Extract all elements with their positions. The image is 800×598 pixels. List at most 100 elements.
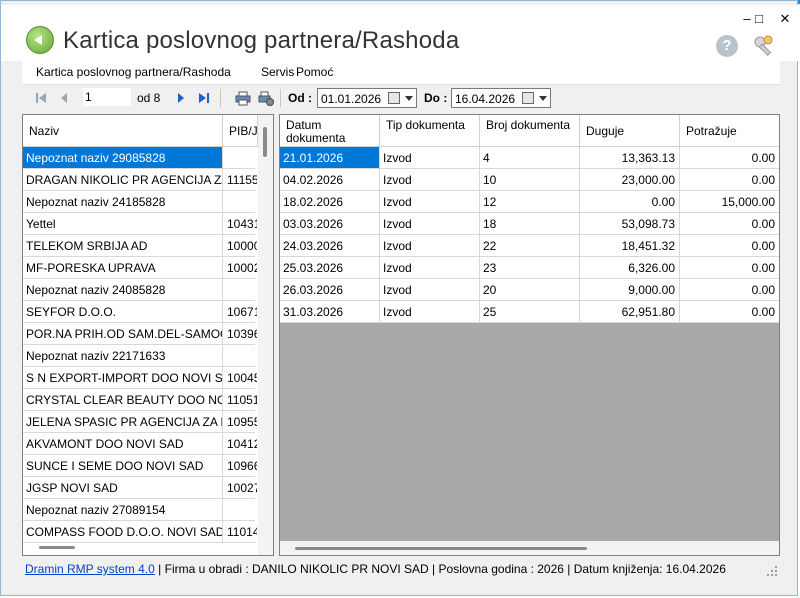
partner-name-cell[interactable]: AKVAMONT DOO NOVI SAD: [23, 433, 223, 454]
document-date-cell[interactable]: 25.03.2026: [280, 257, 380, 278]
first-record-icon[interactable]: [33, 90, 49, 106]
document-type-cell[interactable]: Izvod: [380, 257, 480, 278]
column-header-datum[interactable]: Datum dokumenta: [280, 115, 380, 147]
partner-row[interactable]: Nepoznat naziv 22171633: [23, 345, 255, 367]
horizontal-scrollbar[interactable]: [39, 546, 75, 549]
document-date-cell[interactable]: 21.01.2026: [280, 147, 380, 168]
document-row[interactable]: 31.03.2026 Izvod 25 62,951.80 0.00: [280, 301, 779, 323]
partner-row[interactable]: SUNCE I SEME DOO NOVI SAD10966: [23, 455, 257, 477]
partner-pib-cell[interactable]: 10412: [223, 433, 257, 454]
last-record-icon[interactable]: [196, 90, 212, 106]
partner-name-cell[interactable]: JGSP NOVI SAD: [23, 477, 223, 498]
document-type-cell[interactable]: Izvod: [380, 169, 480, 190]
partner-pib-cell[interactable]: 11014: [223, 521, 257, 542]
partner-name-cell[interactable]: Yettel: [23, 213, 223, 234]
partner-row[interactable]: SEYFOR D.O.O.10671: [23, 301, 257, 323]
partner-row[interactable]: Nepoznat naziv 29085828: [23, 147, 255, 169]
partner-pib-cell[interactable]: [223, 147, 257, 168]
document-debit-cell[interactable]: 6,326.00: [580, 257, 680, 278]
document-debit-cell[interactable]: 9,000.00: [580, 279, 680, 300]
partner-pib-cell[interactable]: [223, 345, 257, 366]
scrollbar-thumb[interactable]: [263, 127, 267, 157]
document-number-cell[interactable]: 18: [480, 213, 580, 234]
partner-row[interactable]: AKVAMONT DOO NOVI SAD10412: [23, 433, 257, 455]
document-row[interactable]: 24.03.2026 Izvod 22 18,451.32 0.00: [280, 235, 779, 257]
partner-pib-cell[interactable]: 10045: [223, 367, 257, 388]
document-type-cell[interactable]: Izvod: [380, 147, 480, 168]
document-type-cell[interactable]: Izvod: [380, 279, 480, 300]
document-number-cell[interactable]: 4: [480, 147, 580, 168]
column-header-potrazuje[interactable]: Potražuje: [680, 115, 779, 147]
document-date-cell[interactable]: 18.02.2026: [280, 191, 380, 212]
document-date-cell[interactable]: 24.03.2026: [280, 235, 380, 256]
document-row[interactable]: 03.03.2026 Izvod 18 53,098.73 0.00: [280, 213, 779, 235]
document-credit-cell[interactable]: 0.00: [680, 257, 779, 278]
document-number-cell[interactable]: 10: [480, 169, 580, 190]
partner-pib-cell[interactable]: 11051: [223, 389, 257, 410]
partner-name-cell[interactable]: Nepoznat naziv 29085828: [23, 147, 223, 168]
partner-name-cell[interactable]: SEYFOR D.O.O.: [23, 301, 223, 322]
partner-pib-cell[interactable]: 10955: [223, 411, 257, 432]
print-setup-icon[interactable]: [258, 90, 274, 106]
partner-name-cell[interactable]: MF-PORESKA UPRAVA: [23, 257, 223, 278]
document-date-cell[interactable]: 04.02.2026: [280, 169, 380, 190]
print-icon[interactable]: [235, 90, 251, 106]
document-number-cell[interactable]: 20: [480, 279, 580, 300]
column-header-pib[interactable]: PIB/J: [223, 115, 258, 147]
to-date-picker[interactable]: 16.04.2026: [451, 88, 551, 108]
partner-pib-cell[interactable]: [223, 279, 257, 300]
partner-row[interactable]: MF-PORESKA UPRAVA10002: [23, 257, 257, 279]
menu-item-servis[interactable]: Servis: [261, 65, 294, 79]
partner-row[interactable]: Nepoznat naziv 24085828: [23, 279, 255, 301]
partner-name-cell[interactable]: TELEKOM SRBIJA AD: [23, 235, 223, 256]
partner-pib-cell[interactable]: 10396: [223, 323, 257, 344]
document-debit-cell[interactable]: 53,098.73: [580, 213, 680, 234]
scrollbar-thumb[interactable]: [295, 547, 587, 550]
record-position-input[interactable]: [83, 88, 131, 106]
document-number-cell[interactable]: 22: [480, 235, 580, 256]
back-button[interactable]: [26, 26, 54, 54]
document-date-cell[interactable]: 31.03.2026: [280, 301, 380, 322]
partner-name-cell[interactable]: SUNCE I SEME DOO NOVI SAD: [23, 455, 223, 476]
column-header-duguje[interactable]: Duguje: [580, 115, 680, 147]
document-credit-cell[interactable]: 0.00: [680, 279, 779, 300]
partner-row[interactable]: TELEKOM SRBIJA AD10000: [23, 235, 257, 257]
document-number-cell[interactable]: 12: [480, 191, 580, 212]
partner-pib-cell[interactable]: 10671: [223, 301, 257, 322]
document-debit-cell[interactable]: 18,451.32: [580, 235, 680, 256]
partner-pib-cell[interactable]: 10431: [223, 213, 257, 234]
menu-item-pomoc[interactable]: Pomoć: [296, 65, 333, 79]
partner-row[interactable]: Nepoznat naziv 27089154: [23, 499, 255, 521]
document-debit-cell[interactable]: 62,951.80: [580, 301, 680, 322]
partner-pib-cell[interactable]: 10002: [223, 257, 257, 278]
partner-name-cell[interactable]: POR.NA PRIH.OD SAM.DEL-SAMOO...: [23, 323, 223, 344]
document-type-cell[interactable]: Izvod: [380, 213, 480, 234]
document-number-cell[interactable]: 23: [480, 257, 580, 278]
column-header-broj[interactable]: Broj dokumenta: [480, 115, 580, 147]
partner-pib-cell[interactable]: 10000: [223, 235, 257, 256]
partner-row[interactable]: POR.NA PRIH.OD SAM.DEL-SAMOO...10396: [23, 323, 257, 345]
maximize-button[interactable]: □: [749, 11, 769, 26]
close-button[interactable]: ✕: [775, 11, 795, 27]
partner-name-cell[interactable]: COMPASS FOOD D.O.O. NOVI SAD: [23, 521, 223, 542]
partner-row[interactable]: S N EXPORT-IMPORT DOO NOVI S...10045: [23, 367, 257, 389]
partner-pib-cell[interactable]: [223, 191, 257, 212]
document-credit-cell[interactable]: 0.00: [680, 213, 779, 234]
document-number-cell[interactable]: 25: [480, 301, 580, 322]
partner-pib-cell[interactable]: 10027: [223, 477, 257, 498]
partner-name-cell[interactable]: JELENA SPASIC PR AGENCIJA ZA K...: [23, 411, 223, 432]
partner-name-cell[interactable]: Nepoznat naziv 24185828: [23, 191, 223, 212]
partner-row[interactable]: Yettel10431: [23, 213, 257, 235]
partner-name-cell[interactable]: Nepoznat naziv 24085828: [23, 279, 223, 300]
document-debit-cell[interactable]: 0.00: [580, 191, 680, 212]
document-credit-cell[interactable]: 0.00: [680, 301, 779, 322]
document-credit-cell[interactable]: 0.00: [680, 235, 779, 256]
horizontal-scrollbar[interactable]: [280, 541, 779, 555]
partner-row[interactable]: JGSP NOVI SAD10027: [23, 477, 257, 499]
document-credit-cell[interactable]: 0.00: [680, 147, 779, 168]
from-date-picker[interactable]: 01.01.2026: [317, 88, 417, 108]
document-type-cell[interactable]: Izvod: [380, 301, 480, 322]
document-date-cell[interactable]: 26.03.2026: [280, 279, 380, 300]
column-header-naziv[interactable]: Naziv: [23, 115, 223, 147]
partner-row[interactable]: JELENA SPASIC PR AGENCIJA ZA K...10955: [23, 411, 257, 433]
